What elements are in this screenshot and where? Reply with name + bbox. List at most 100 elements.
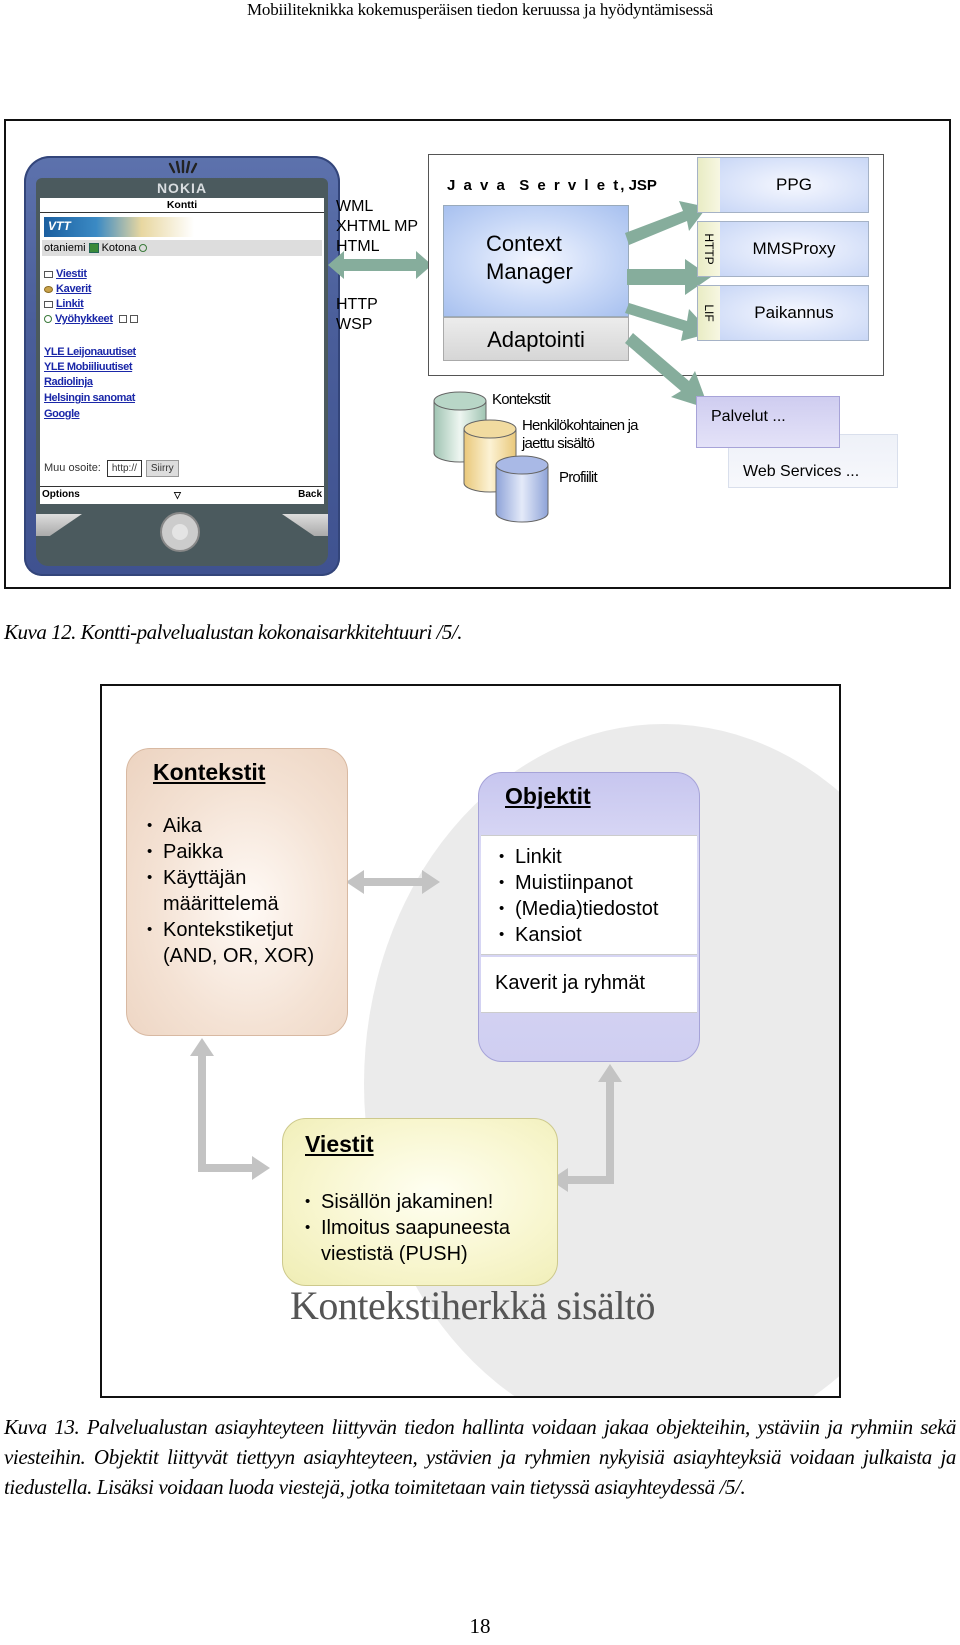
protocol-wsp: WSP (336, 316, 373, 333)
page-number: 18 (469, 1614, 491, 1638)
list-item: Kansiot (499, 922, 695, 948)
protocols-markup: WML XHTML MP HTML (336, 197, 418, 257)
back-softkey[interactable]: Back (298, 487, 322, 503)
arrow-objektit-viestit (550, 1064, 622, 1192)
service-tab-lif: LIF (698, 286, 721, 340)
link-google[interactable]: Google (44, 408, 80, 420)
softkey-bar: Options ▽ Back (40, 486, 324, 504)
service-mmsproxy: HTTP MMSProxy (697, 221, 869, 277)
menu-item-linkit[interactable]: Linkit (44, 298, 84, 310)
list-item: Sisällön jakaminen! (305, 1189, 545, 1215)
small-button-icon (129, 315, 138, 324)
figure-13-caption: Kuva 13. Palvelualustan asiayhteyteen li… (4, 1415, 956, 1499)
arrow-kontekstit-viestit (190, 1038, 270, 1180)
list-item: Kontekstiketjut (AND, OR, XOR) (147, 917, 337, 969)
location-bar: otaniemi Kotona (42, 240, 322, 256)
protocol-wml: WML (336, 198, 374, 215)
objektit-list: Linkit Muistiinpanot (Media)tiedostot Ka… (499, 844, 695, 948)
menu-label: Linkit (56, 298, 84, 310)
options-softkey[interactable]: Options (42, 487, 80, 503)
list-item: Aika (147, 813, 337, 839)
kaverit-ja-ryhmat-panel: Kaverit ja ryhmät (481, 957, 697, 1013)
menu-item-kaverit[interactable]: Kaverit (44, 283, 92, 295)
vtt-banner: VTT (44, 217, 194, 237)
list-item: (Media)tiedostot (499, 896, 695, 922)
link-helsingin-sanomat[interactable]: Helsingin sanomat (44, 392, 135, 404)
status-name: Kotona (101, 242, 137, 254)
db-label-sisalto-line2: jaettu sisältö (522, 435, 595, 452)
list-item: Paikka (147, 839, 337, 865)
database-stack (433, 391, 549, 523)
envelope-icon (44, 270, 53, 278)
context-manager-line2: Manager (486, 259, 573, 284)
right-softkey-button[interactable] (282, 514, 328, 536)
db-label-sisalto-line1: Henkilökohtainen ja (522, 417, 639, 434)
database-profiilit-icon (495, 455, 549, 523)
service-tab-label: HTTP (702, 233, 716, 265)
db-label-profiilit: Profiilit (559, 469, 598, 486)
service-label: Paikannus (720, 286, 868, 340)
phone-keypad (36, 508, 328, 566)
go-button[interactable]: Siirry (145, 460, 179, 477)
protocols-transport: HTTP WSP (336, 295, 378, 335)
service-ppg: PPG (697, 157, 869, 213)
address-label: Muu osoite: (44, 462, 101, 474)
menu-label: Vyöhykkeet (55, 313, 113, 325)
service-tab-label: LIF (702, 304, 716, 322)
address-input[interactable]: http:// (106, 460, 142, 477)
scroll-down-icon: ▽ (174, 490, 181, 500)
protocol-xhtml-mp: XHTML MP (336, 218, 419, 235)
location-name: otaniemi (44, 242, 86, 254)
figure-12-caption: Kuva 12. Kontti-palvelualustan kokonaisa… (4, 620, 462, 644)
nav-select-button[interactable] (172, 524, 188, 540)
link-yle-mobiiliuutiset[interactable]: YLE Mobiiliuutiset (44, 361, 133, 373)
menu-label: Kaverit (56, 283, 92, 295)
address-row: Muu osoite: http://Siirry (44, 460, 179, 477)
menu-label: Viestit (56, 268, 87, 280)
arrow-to-ppg (625, 201, 707, 245)
figure-13-context-diagram: Kontekstit Aika Paikka Käyttäjän määritt… (100, 684, 841, 1398)
menu-item-vyohykkeet[interactable]: Vyöhykkeet (44, 313, 141, 325)
speaker-icon (168, 160, 198, 174)
navigation-key[interactable] (160, 512, 200, 552)
context-manager-box: Context Manager (443, 205, 629, 317)
status-icon (139, 244, 148, 253)
list-item: Käyttäjän määrittelemä (147, 865, 337, 917)
phone-screen: Kontti VTT otaniemi Kotona Viestit Kaveri… (40, 198, 324, 504)
link-radiolinja[interactable]: Radiolinja (44, 376, 93, 388)
arrow-kontekstit-objektit (346, 870, 440, 894)
db-label-kontekstit: Kontekstit (492, 391, 551, 408)
phone-brand-logo: NOKIA (156, 180, 208, 196)
objektit-title: Objektit (505, 783, 591, 809)
kontekstit-box: Kontekstit Aika Paikka Käyttäjän määritt… (126, 748, 348, 1036)
context-sensitive-label: Kontekstiherkkä sisältö (289, 1283, 656, 1328)
folder-icon (44, 300, 53, 308)
left-softkey-button[interactable] (36, 514, 82, 536)
screen-title: Kontti (40, 198, 324, 213)
service-tab-http: HTTP (698, 222, 721, 276)
bidirectional-arrow-icon (328, 251, 432, 279)
screen-frame: NOKIA Kontti VTT otaniemi Kotona Viestit … (36, 178, 328, 508)
running-header: Mobiiliteknikka kokemusperäisen tiedon k… (246, 0, 713, 19)
kontekstit-title: Kontekstit (153, 759, 266, 785)
list-item: Ilmoitus saapuneesta viestistä (PUSH) (305, 1215, 545, 1267)
objektit-items-panel: Linkit Muistiinpanot (Media)tiedostot Ka… (481, 835, 697, 955)
service-tab (698, 158, 721, 212)
nokia-phone: NOKIA Kontti VTT otaniemi Kotona Viestit … (24, 156, 340, 576)
small-button-icon (118, 315, 127, 324)
servlet-container: J a v a S e r v l e t, JSP Context Manag… (428, 154, 884, 409)
link-yle-leijonauutiset[interactable]: YLE Leijonauutiset (44, 346, 136, 358)
viestit-box: Viestit Sisällön jakaminen! Ilmoitus saa… (282, 1118, 558, 1286)
db-label-sisalto: Henkilökohtainen ja jaettu sisältö (522, 417, 639, 453)
service-label: MMSProxy (720, 222, 868, 276)
palvelut-box: Palvelut ... (696, 396, 840, 448)
servlet-title-java: J a v a S e r v l e t (447, 177, 621, 194)
viestit-title: Viestit (305, 1131, 374, 1157)
viestit-list: Sisällön jakaminen! Ilmoitus saapuneesta… (305, 1189, 545, 1267)
kontekstit-list: Aika Paikka Käyttäjän määrittelemä Konte… (147, 813, 337, 969)
list-item: Muistiinpanot (499, 870, 695, 896)
service-paikannus: LIF Paikannus (697, 285, 869, 341)
adaptointi-box: Adaptointi (443, 317, 629, 361)
service-label: PPG (720, 158, 868, 212)
menu-item-viestit[interactable]: Viestit (44, 268, 87, 280)
